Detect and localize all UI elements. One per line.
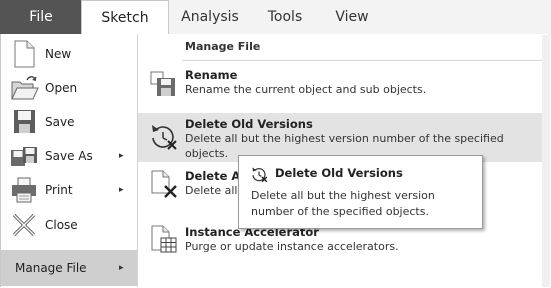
delete-old-versions-icon xyxy=(152,125,177,150)
item-description: Rename the current object and sub object… xyxy=(185,83,427,96)
new-document-icon xyxy=(14,40,35,68)
menu-item-label: Manage File xyxy=(15,261,87,275)
instance-accelerator-icon xyxy=(151,225,177,253)
submenu-arrow-icon: ▸ xyxy=(119,185,124,195)
menu-item-manage-file[interactable]: Manage File ▸ xyxy=(1,250,137,286)
tab-file[interactable]: File xyxy=(0,0,82,34)
panel-heading: Manage File xyxy=(185,40,261,53)
tooltip-title: Delete Old Versions xyxy=(275,166,403,180)
tab-tools[interactable]: Tools xyxy=(252,0,318,34)
menu-item-label: Save As xyxy=(45,149,93,163)
menu-item-print[interactable]: Print ▸ xyxy=(1,173,137,207)
file-menu-sidebar: New Open Save Save As ▸ Print ▸ Close Ma… xyxy=(1,34,138,287)
menu-item-label: Open xyxy=(45,81,78,95)
tab-view[interactable]: View xyxy=(320,0,384,34)
delete-all-icon xyxy=(151,170,177,198)
printer-icon xyxy=(12,177,36,203)
rename-icon xyxy=(150,71,175,96)
close-x-icon xyxy=(12,213,36,237)
item-description: Delete all but the highest version numbe… xyxy=(185,132,504,145)
menu-item-label: Close xyxy=(45,218,78,232)
menu-item-label: New xyxy=(45,47,72,61)
tab-sketch[interactable]: Sketch xyxy=(81,0,169,36)
menu-item-label: Print xyxy=(45,183,73,197)
submenu-arrow-icon: ▸ xyxy=(119,263,124,273)
item-description: Purge or update instance accelerators. xyxy=(185,240,399,253)
scrollbar[interactable] xyxy=(542,35,550,287)
menu-item-new[interactable]: New xyxy=(1,37,137,71)
menu-item-label: Save xyxy=(45,115,75,129)
tab-analysis[interactable]: Analysis xyxy=(170,0,250,34)
open-folder-icon xyxy=(11,76,39,100)
save-as-icon xyxy=(11,147,37,166)
tooltip: Delete Old Versions Delete all but the h… xyxy=(238,155,483,229)
manage-item-rename[interactable]: Rename Rename the current object and sub… xyxy=(138,64,549,102)
tooltip-description: Delete all but the highest version numbe… xyxy=(251,189,435,218)
item-title: Delete Old Versions xyxy=(185,117,313,131)
menu-item-close[interactable]: Close xyxy=(1,208,137,242)
save-icon xyxy=(14,110,35,133)
menu-item-save[interactable]: Save xyxy=(1,105,137,139)
menu-item-save-as[interactable]: Save As ▸ xyxy=(1,139,137,173)
delete-old-versions-icon xyxy=(252,167,268,183)
item-description-cont: objects. xyxy=(185,147,229,160)
menu-item-open[interactable]: Open xyxy=(1,71,137,105)
ribbon-tab-bar: File Sketch Analysis Tools View xyxy=(0,0,551,36)
item-title: Rename xyxy=(185,68,238,82)
submenu-arrow-icon: ▸ xyxy=(119,151,124,161)
heading-divider xyxy=(182,60,549,61)
